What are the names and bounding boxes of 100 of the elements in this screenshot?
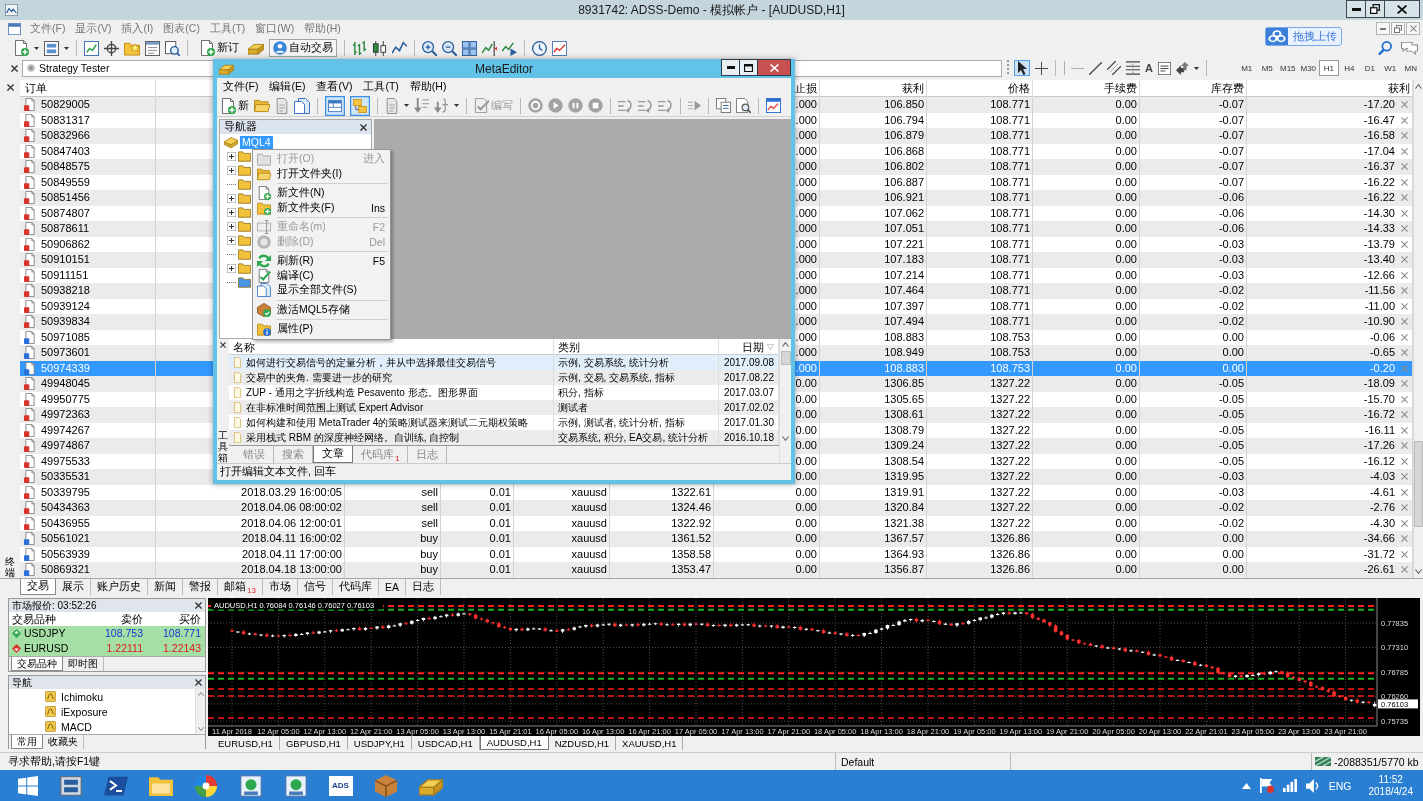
table-cell: 0.00: [1115, 547, 1137, 560]
table-cell: 1319.91: [884, 485, 924, 498]
table-cell: 107.397: [884, 299, 924, 312]
table-cell: 108.771: [990, 284, 1030, 296]
article-title: 在非标准时间范围上测试 Expert Advisor: [246, 401, 424, 415]
table-cell: 0.01: [489, 516, 511, 529]
table-cell: 0.00: [1115, 222, 1137, 234]
table-cell: -0.06: [1369, 329, 1395, 345]
table-cell: -0.05: [1218, 439, 1244, 451]
table-cell: 49950775: [41, 391, 90, 407]
table-cell: 1326.86: [990, 563, 1030, 575]
table-cell: 0.00: [1115, 563, 1137, 575]
table-cell: -17.04: [1363, 143, 1395, 159]
table-cell: 50849559: [41, 174, 90, 190]
table-cell: -14.30: [1363, 205, 1395, 221]
table-cell: -0.07: [1218, 129, 1244, 141]
table-cell: 0.01: [489, 485, 511, 498]
table-cell: 0.00: [795, 516, 817, 529]
table-cell: -0.03: [1218, 485, 1244, 498]
table-cell: 2018.04.11 17:00:00: [241, 547, 342, 560]
table-cell: 50906862: [41, 236, 90, 252]
table-cell: -16.47: [1363, 112, 1395, 128]
table-cell: 0.00: [795, 501, 817, 513]
table-cell: .000: [795, 98, 817, 110]
table-cell: .000: [795, 253, 817, 265]
table-cell: 0.00: [1115, 160, 1137, 172]
table-cell: 106.868: [884, 144, 924, 157]
table-cell-text: -34.66: [1363, 531, 1395, 546]
table-cell: .000: [795, 315, 817, 327]
profile-name: Default: [841, 755, 875, 768]
traffic-text: -2088351/5770 kb: [1334, 755, 1419, 768]
table-cell: 107.221: [884, 237, 924, 250]
table-cell: 108.883: [884, 330, 924, 343]
count-label: 13: [247, 585, 256, 595]
status-text: 打开编辑文本文件, 回车: [220, 465, 336, 479]
table-cell: 0.00: [795, 439, 817, 451]
table-cell: 50563939: [41, 546, 90, 562]
table-cell: 1353.47: [671, 563, 711, 575]
window-title: MetaEditor: [475, 61, 533, 76]
table-cell: -0.03: [1218, 470, 1244, 482]
table-cell: 108.771: [990, 129, 1030, 141]
table-cell-text: 108.753: [104, 626, 144, 641]
table-cell: -0.07: [1218, 98, 1244, 110]
table-cell-text: -16.22: [1363, 190, 1395, 205]
table-cell: -31.72: [1363, 546, 1395, 562]
table-cell: 0.00: [1115, 237, 1137, 250]
table-cell: -0.20: [1369, 360, 1395, 376]
table-cell: -0.07: [1218, 113, 1244, 126]
table-cell: 108.771: [990, 253, 1030, 265]
table-cell: 1305.65: [884, 392, 924, 405]
table-cell: 0.00: [795, 470, 817, 482]
table-cell: 2018.04.06 12:00:01: [241, 516, 342, 529]
table-cell: 1320.84: [884, 501, 924, 513]
table-cell: 0.00: [1115, 330, 1137, 343]
table-cell-text: 50938218: [41, 283, 90, 298]
table-cell: -0.03: [1218, 253, 1244, 265]
table-cell: -0.06: [1218, 191, 1244, 203]
shortcut-label: F5: [372, 255, 386, 268]
table-cell: 0.00: [795, 547, 817, 560]
table-cell: 2018.04.06 08:00:02: [241, 501, 342, 513]
table-cell: 0.00: [1115, 113, 1137, 126]
table-cell: 0.01: [489, 501, 511, 513]
table-cell-text: 1.22143: [162, 641, 202, 656]
table-cell: -15.70: [1363, 391, 1395, 407]
table-cell: 0.00: [1115, 284, 1137, 296]
table-cell: -11.00: [1364, 298, 1395, 314]
table-cell: .000: [795, 160, 817, 172]
table-cell-text: 49972363: [41, 407, 90, 422]
table-cell: sell: [421, 516, 438, 529]
table-cell: 0.00: [1115, 206, 1137, 219]
table-cell: 0.00: [1115, 532, 1137, 544]
table-cell: 2018.03.29 16:00:05: [241, 485, 342, 498]
table-cell: 107.464: [884, 284, 924, 296]
table-cell: 0.00: [795, 408, 817, 420]
table-cell: 1327.22: [990, 423, 1030, 436]
table-cell: 108.771: [990, 206, 1030, 219]
table-cell: -0.07: [1218, 160, 1244, 172]
article-title: 交易中的夹角. 需要进一步的研究: [246, 371, 392, 385]
table-cell: 108.771: [990, 299, 1030, 312]
table-cell: 0.00: [1115, 501, 1137, 513]
table-cell: .000: [795, 113, 817, 126]
table-cell: 106.887: [884, 175, 924, 188]
table-cell: 0.00: [795, 454, 817, 467]
table-cell: -0.06: [1218, 222, 1244, 234]
shortcut-label: Ins: [371, 201, 386, 214]
table-cell: 0.00: [1115, 253, 1137, 265]
table-cell-text: -2.76: [1369, 500, 1395, 515]
table-cell: xauusd: [571, 516, 607, 529]
table-cell: 50831317: [41, 112, 90, 128]
table-cell: 0.00: [795, 532, 817, 544]
table-cell: 108.771: [990, 98, 1030, 110]
table-cell: 108.753: [990, 346, 1030, 358]
table-cell-text: 50878611: [41, 221, 90, 236]
table-cell-text: 108.771: [162, 626, 202, 641]
article-title: ZUP - 通用之字折线构造 Pesavento 形态。图形界面: [246, 386, 478, 400]
table-cell-text: -13.40: [1363, 252, 1395, 267]
table-cell: 50874807: [41, 205, 90, 221]
table-cell: 108.753: [990, 361, 1030, 374]
table-cell: -16.11: [1364, 422, 1395, 438]
table-cell: -0.03: [1218, 237, 1244, 250]
